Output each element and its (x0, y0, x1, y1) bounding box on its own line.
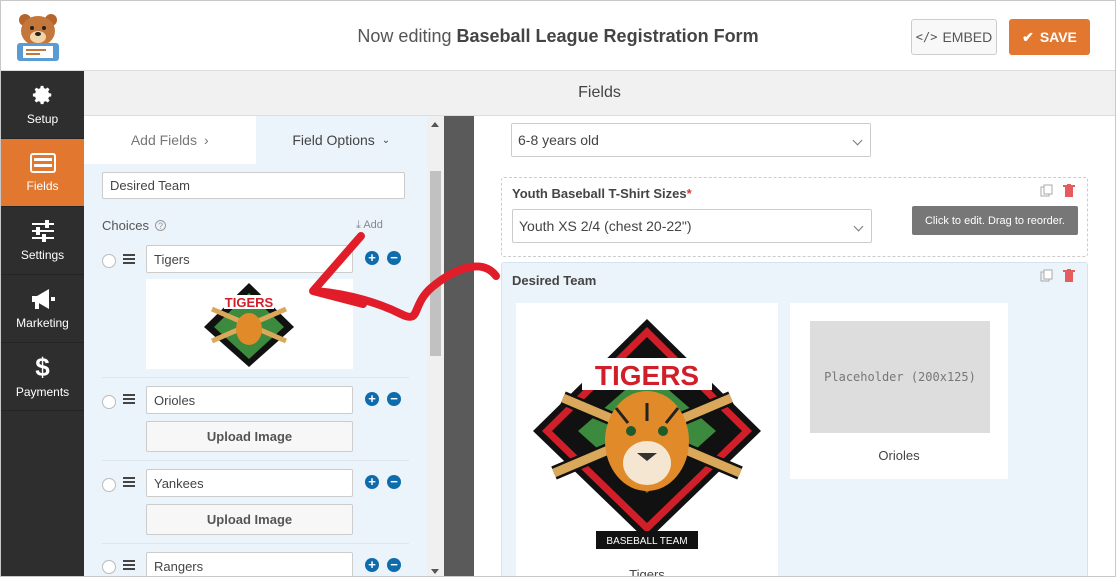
scroll-up-icon[interactable] (431, 122, 439, 127)
sliders-icon (31, 219, 54, 242)
panel-scrollbar[interactable] (427, 116, 444, 576)
sidebar-item-marketing[interactable]: Marketing (1, 275, 84, 343)
help-icon[interactable]: ? (154, 220, 166, 231)
placeholder-image: Placeholder (200x125) (810, 321, 990, 433)
form-name: Baseball League Registration Form (456, 26, 759, 46)
add-choice-icon[interactable]: + (365, 558, 379, 572)
form-preview: 6-8 years old Youth Baseball T-Shirt Siz… (474, 116, 1115, 577)
choice-label: Orioles (878, 448, 920, 463)
choice-default-radio[interactable] (102, 560, 116, 574)
sidebar-item-label: Payments (15, 384, 70, 399)
tshirt-size-select[interactable]: Youth XS 2/4 (chest 20-22") (512, 209, 872, 243)
drag-handle-icon[interactable] (123, 394, 135, 404)
gear-icon (32, 85, 51, 104)
image-choice-tigers[interactable]: TIGERS BASEBALL TEAM Tigers (516, 303, 778, 577)
choice-label: Tigers (629, 567, 665, 577)
choice-divider (102, 377, 409, 378)
tab-label: Field Options (292, 132, 375, 148)
field-label-text: Youth Baseball T-Shirt Sizes (512, 186, 687, 201)
embed-button[interactable]: </> EMBED (911, 19, 997, 55)
sidebar-item-label: Fields (26, 178, 59, 193)
field-label: Desired Team (512, 273, 597, 288)
logo-banner-text: BASEBALL TEAM (606, 536, 687, 547)
choice-input-yankees[interactable]: Yankees (146, 469, 353, 497)
trash-icon[interactable] (1063, 184, 1075, 197)
tab-label: Add Fields (130, 132, 197, 148)
chevron-down-icon (853, 221, 864, 232)
top-bar: Now editing Baseball League Registration… (1, 1, 1115, 71)
choice-default-radio[interactable] (102, 395, 116, 409)
age-group-select[interactable]: 6-8 years old (511, 123, 871, 157)
duplicate-icon[interactable] (1040, 184, 1053, 197)
tigers-logo-image: TIGERS BASEBALL TEAM (533, 319, 761, 549)
add-choice-icon[interactable]: + (365, 392, 379, 406)
remove-choice-icon[interactable]: − (387, 475, 401, 489)
drag-handle-icon[interactable] (123, 477, 135, 487)
svg-text:TIGERS: TIGERS (225, 295, 274, 310)
remove-choice-icon[interactable]: − (387, 558, 401, 572)
chevron-right-icon: › (203, 132, 209, 148)
drag-handle-icon[interactable] (123, 254, 135, 264)
tab-field-options[interactable]: Field Options ⌄ (255, 116, 427, 164)
sidebar-item-label: Settings (20, 247, 65, 262)
builder-window: Now editing Baseball League Registration… (0, 0, 1116, 577)
desired-team-field[interactable]: Desired Team TIGERS BASEBALL TEAM Tigers… (501, 262, 1088, 577)
chevron-down-icon (852, 135, 863, 146)
image-choice-orioles[interactable]: Placeholder (200x125) Orioles (790, 303, 1008, 479)
choices-label-text: Choices (102, 218, 149, 233)
duplicate-icon[interactable] (1040, 269, 1053, 282)
code-icon: </> (915, 30, 938, 44)
upload-image-button[interactable]: Upload Image (146, 421, 353, 452)
select-value: 6-8 years old (518, 132, 599, 148)
logo-text: TIGERS (595, 360, 699, 391)
required-asterisk: * (686, 186, 692, 201)
select-value: Youth XS 2/4 (chest 20-22") (519, 218, 692, 234)
sidebar-item-label: Setup (26, 111, 59, 126)
check-icon: ✔ (1022, 28, 1034, 45)
chevron-down-icon: ⌄ (381, 134, 391, 146)
sidebar: Setup Fields Settings Marketing $ Paymen… (1, 71, 84, 576)
field-label-input[interactable]: Desired Team (102, 172, 405, 199)
panel-tabs: Add Fields › Field Options ⌄ (84, 116, 427, 164)
megaphone-icon (31, 288, 55, 309)
remove-choice-icon[interactable]: − (387, 392, 401, 406)
trash-icon[interactable] (1063, 269, 1075, 282)
sidebar-item-fields[interactable]: Fields (1, 139, 84, 207)
annotation-arrow (309, 232, 500, 321)
edit-tooltip: Click to edit. Drag to reorder. (912, 206, 1078, 235)
choice-input-orioles[interactable]: Orioles (146, 386, 353, 414)
drag-handle-icon[interactable] (123, 560, 135, 570)
tab-add-fields[interactable]: Add Fields › (84, 116, 256, 164)
sidebar-item-settings[interactable]: Settings (1, 207, 84, 275)
field-label: Youth Baseball T-Shirt Sizes* (512, 186, 692, 201)
choice-default-radio[interactable] (102, 254, 116, 268)
add-choice-icon[interactable]: + (365, 475, 379, 489)
choice-input-rangers[interactable]: Rangers (146, 552, 353, 576)
upload-image-button[interactable]: Upload Image (146, 504, 353, 535)
choice-divider (102, 460, 409, 461)
embed-label: EMBED (942, 29, 993, 45)
field-options-panel: Add Fields › Field Options ⌄ Desired Tea… (84, 116, 444, 576)
choice-default-radio[interactable] (102, 478, 116, 492)
tshirt-size-field[interactable]: Youth Baseball T-Shirt Sizes* Youth XS 2… (501, 177, 1088, 257)
title-prefix: Now editing (357, 26, 452, 46)
save-button[interactable]: ✔ SAVE (1009, 19, 1090, 55)
form-fields-icon (29, 152, 56, 173)
choice-divider (102, 543, 409, 544)
section-header: Fields (84, 71, 1115, 116)
dollar-icon: $ (35, 351, 50, 382)
sidebar-item-label: Marketing (16, 315, 69, 330)
choices-label: Choices? (102, 218, 166, 233)
sidebar-item-setup[interactable]: Setup (1, 71, 84, 139)
sidebar-item-payments[interactable]: $ Payments (1, 343, 84, 411)
scroll-down-icon[interactable] (431, 569, 439, 574)
save-label: SAVE (1039, 29, 1077, 45)
panel-divider (444, 116, 474, 576)
